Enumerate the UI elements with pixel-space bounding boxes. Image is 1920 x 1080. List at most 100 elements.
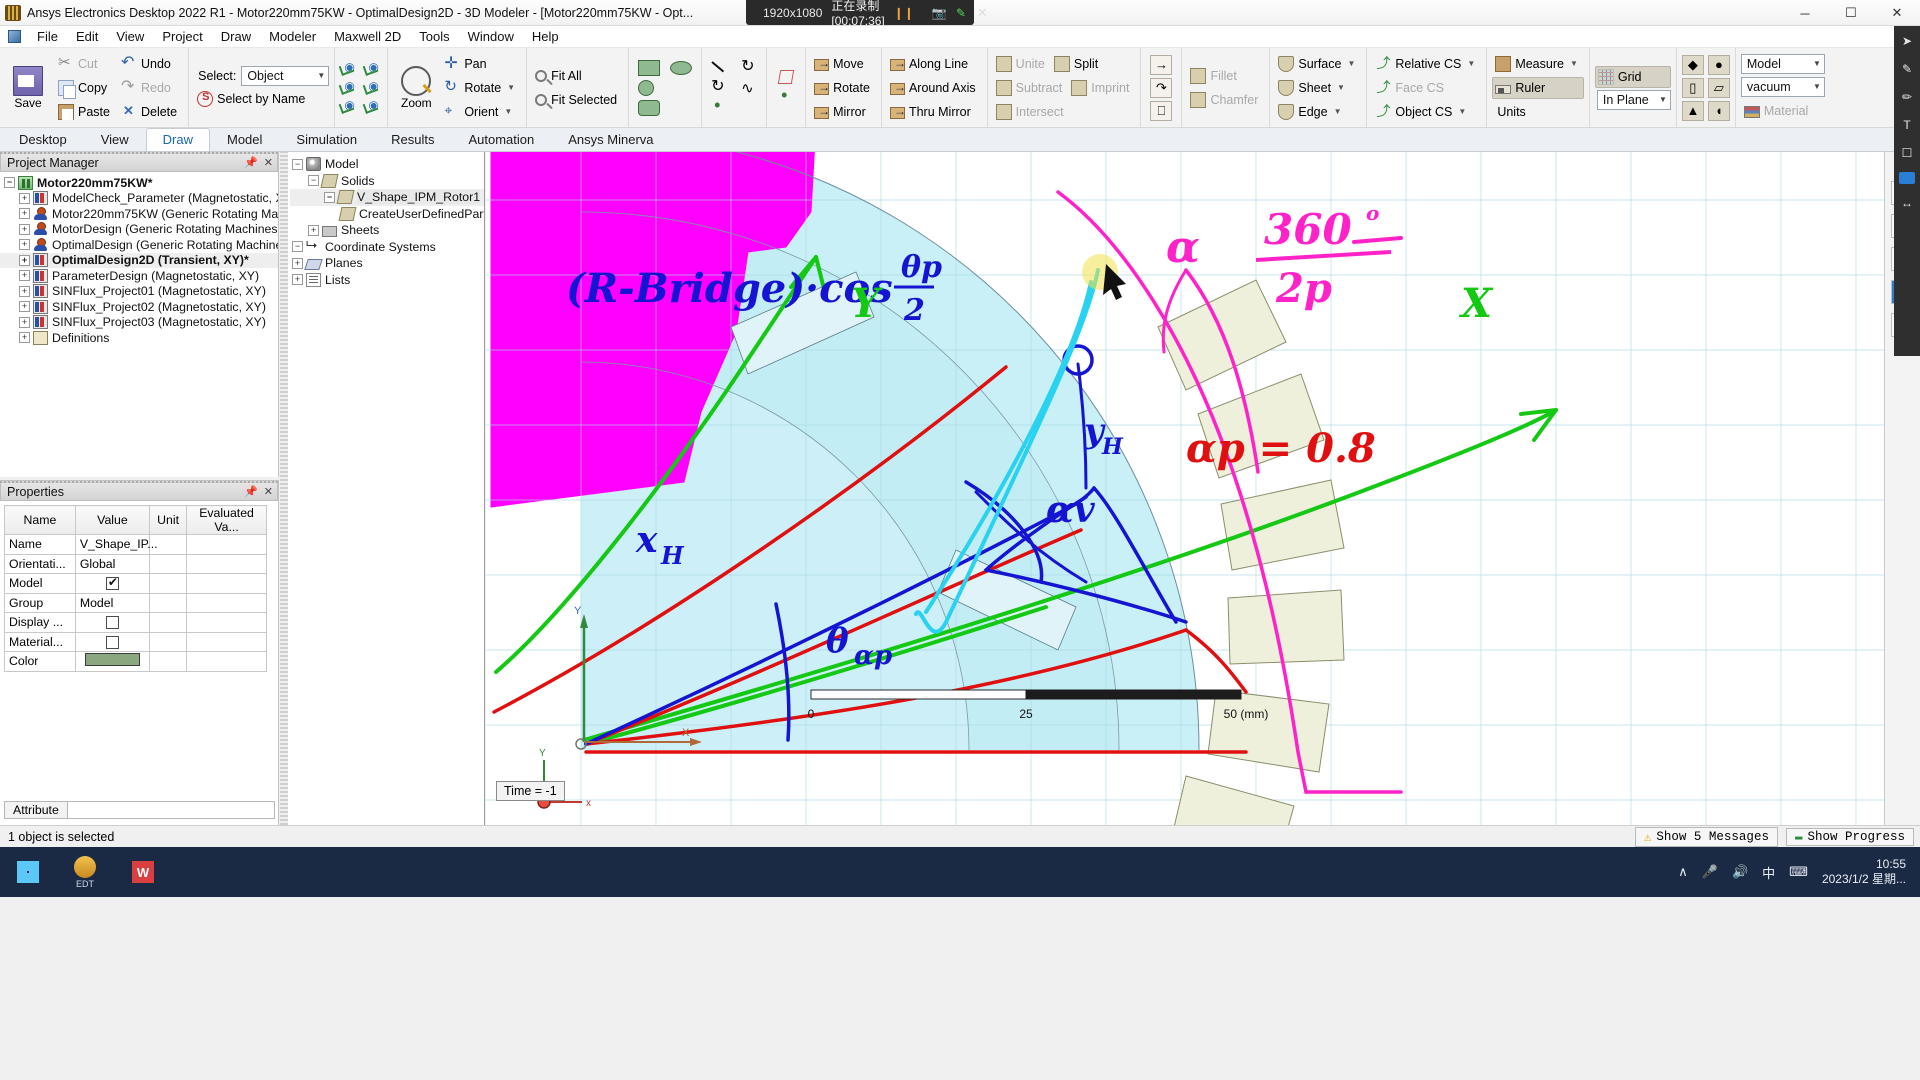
start-button[interactable] [0,847,56,897]
color-swatch-icon[interactable] [1899,172,1915,184]
select-mode-dropdown[interactable]: Object ▼ [241,65,330,86]
save-button[interactable]: Save [5,51,51,125]
3d-viewport[interactable]: (R-Bridge)·cos θp 2 α 360 o 2p αp = 0.8 … [486,152,1920,825]
draw-3d-point-icon[interactable] [778,85,794,106]
tree-expander[interactable]: + [19,223,30,235]
recorder-close-icon[interactable]: ✕ [977,5,988,21]
properties-row[interactable]: Material... [4,631,267,652]
close-icon[interactable]: ✕ [264,485,273,498]
cut-button[interactable]: Cut [55,53,116,75]
taskbar-clock[interactable]: 10:55 2023/1/2 星期... [1822,857,1906,887]
project-tree-item[interactable]: + SINFlux_Project01 (Magnetostatic, XY) [0,284,278,300]
properties-column-header[interactable]: Name [4,505,76,535]
relative-cs-button[interactable]: Relative CS ▼ [1372,53,1481,75]
menu-view[interactable]: View [107,27,153,46]
fillet-button[interactable]: Fillet [1187,65,1264,87]
project-tree[interactable]: − Motor220mm75KW* + ModelCheck_Parameter (M… [0,172,278,477]
tree-expander[interactable]: + [308,224,319,236]
snap-edge-center-icon[interactable]: ▯ [1681,77,1704,98]
pen-tool-icon[interactable]: ✎ [1898,60,1916,78]
draw-circle-icon[interactable] [638,79,655,96]
property-checkbox[interactable] [105,616,119,630]
model-tree-item[interactable]: + Lists [290,272,484,289]
tree-expander[interactable]: + [19,301,30,313]
highlighter-tool-icon[interactable]: ✏ [1898,88,1916,106]
project-tree-item[interactable]: + ParameterDesign (Magnetostatic, XY) [0,268,278,284]
snap-arc-center-icon[interactable]: ▲ [1681,100,1704,121]
hide-selection-icon[interactable] [340,79,358,96]
pan-button[interactable]: Pan [441,53,521,75]
face-cs-button[interactable]: Face CS [1372,77,1481,99]
unite-button[interactable]: Unite [993,53,1051,75]
hide-all-icon[interactable] [364,79,382,96]
tray-chevron-icon[interactable]: ∧ [1678,864,1688,880]
project-tree-item[interactable]: + Definitions [0,330,278,346]
tab-automation[interactable]: Automation [451,128,551,151]
tree-expander[interactable]: + [19,239,30,251]
properties-column-header[interactable]: Unit [149,505,188,535]
property-value-cell[interactable] [74,651,151,672]
sweep-along-path-icon[interactable]: ⎕ [1150,100,1173,121]
tree-expander[interactable]: + [19,285,30,297]
tree-expander[interactable]: + [19,270,30,282]
ruler-button[interactable]: Ruler [1492,76,1584,99]
camera-icon[interactable]: 📷 [932,6,947,20]
project-tree-item[interactable]: + Motor220mm75KW (Generic Rotating Machin… [0,206,278,222]
menu-maxwell2d[interactable]: Maxwell 2D [325,27,410,46]
tab-desktop[interactable]: Desktop [2,128,84,151]
draw-point-icon[interactable] [711,95,727,116]
tree-expander[interactable]: + [19,332,30,344]
mirror-button[interactable]: Mirror [811,101,876,123]
chamfer-button[interactable]: Chamfer [1187,89,1264,111]
model-tree-splitter[interactable] [280,152,288,825]
tree-expander[interactable]: − [292,158,303,170]
project-tree-item[interactable]: − Motor220mm75KW* [0,175,278,191]
object-cs-button[interactable]: Object CS ▼ [1372,101,1481,123]
pin-icon[interactable]: 📌 [244,156,258,169]
delete-button[interactable]: Delete [118,101,183,123]
copy-button[interactable]: Copy [55,77,116,99]
maximize-button[interactable]: ☐ [1828,0,1874,26]
show-wireframe-icon[interactable] [340,98,358,115]
tree-expander[interactable]: − [4,177,15,189]
split-button[interactable]: Split [1051,53,1104,75]
properties-row[interactable]: Name V_Shape_IP... [4,534,267,555]
properties-row[interactable]: Color [4,651,267,672]
project-tree-item[interactable]: + MotorDesign (Generic Rotating Machines) [0,222,278,238]
show-all-icon[interactable] [340,60,358,77]
menu-help[interactable]: Help [523,27,568,46]
tree-expander[interactable]: − [324,191,335,203]
pause-icon[interactable]: ❙❙ [894,6,914,20]
property-checkbox[interactable] [105,635,119,649]
imprint-button[interactable]: Imprint [1068,77,1135,99]
tab-ansys-minerva[interactable]: Ansys Minerva [551,128,670,151]
subtract-button[interactable]: Subtract [993,77,1069,99]
taskbar-item-wps[interactable]: W [114,847,172,897]
menu-tools[interactable]: Tools [410,27,458,46]
project-tree-item[interactable]: + OptimalDesign (Generic Rotating Machine… [0,237,278,253]
cursor-tool-icon[interactable]: ➤ [1898,32,1916,50]
show-shaded-icon[interactable] [364,98,382,115]
property-value-cell[interactable] [74,573,151,594]
pin-icon[interactable]: 📌 [244,485,258,498]
tree-expander[interactable]: + [19,316,30,328]
model-tree-item[interactable]: − V_Shape_IPM_Rotor1 [290,189,484,206]
property-value-cell[interactable]: V_Shape_IP... [74,534,158,555]
taskbar-item-edt[interactable]: EDT [56,847,114,897]
properties-column-header[interactable]: Evaluated Va... [186,505,267,535]
property-value-cell[interactable]: Global [74,553,151,574]
snap-quadrant-icon[interactable]: ◖ [1707,100,1730,121]
duplicate-around-axis-button[interactable]: Around Axis [887,77,982,99]
properties-grid[interactable]: Name Value Unit Evaluated Va... Name V_Shape_… [4,505,274,672]
property-checkbox[interactable] [105,575,119,591]
draw-box-icon[interactable] [777,69,795,84]
units-button[interactable]: Units [1492,101,1584,123]
viewport-canvas[interactable]: (R-Bridge)·cos θp 2 α 360 o 2p αp = 0.8 … [486,152,1920,825]
close-button[interactable]: ✕ [1874,0,1920,26]
draw-line-icon[interactable] [711,60,727,76]
property-value-cell[interactable]: Model [74,592,151,613]
properties-row[interactable]: Display ... [4,612,267,633]
property-value-cell[interactable] [74,631,151,652]
measure-button[interactable]: Measure ▼ [1492,53,1584,75]
duplicate-mirror-button[interactable]: Thru Mirror [887,101,982,123]
